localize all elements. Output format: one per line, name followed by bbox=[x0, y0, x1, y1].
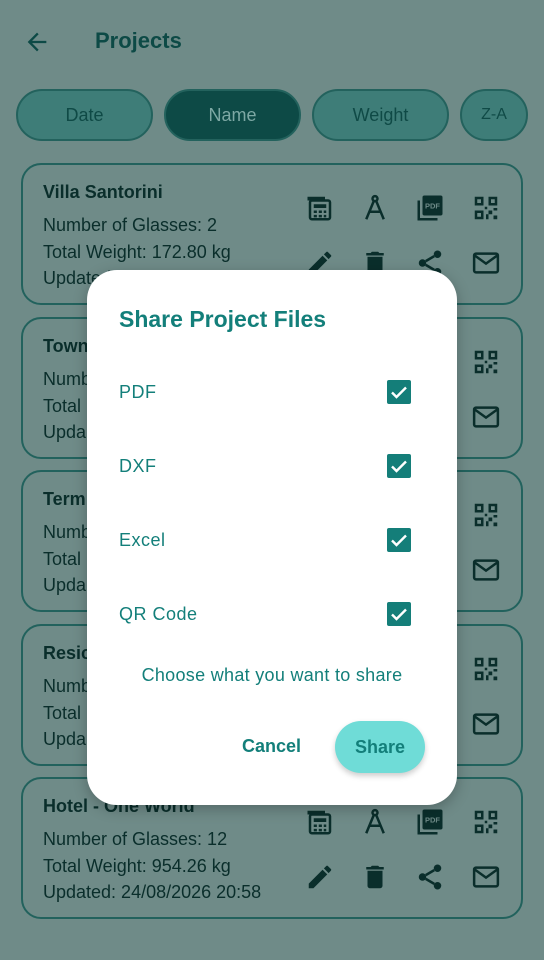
excel-checkbox[interactable] bbox=[387, 528, 411, 552]
project-weight: Total bbox=[43, 396, 82, 416]
dialog-title: Share Project Files bbox=[119, 306, 327, 332]
arrow-left-icon[interactable] bbox=[22, 28, 52, 56]
pdf-checkbox[interactable] bbox=[387, 380, 411, 404]
qr-code-icon[interactable] bbox=[471, 654, 501, 684]
calculator-icon[interactable] bbox=[305, 193, 335, 223]
project-updated: Updated: 24/08/2026 20:58 bbox=[43, 882, 262, 902]
share-button[interactable]: Share bbox=[335, 721, 425, 773]
project-glasses: Number of Glasses: 2 bbox=[43, 215, 218, 235]
project-updated: Upda bbox=[43, 575, 87, 595]
compass-icon[interactable] bbox=[360, 807, 390, 837]
delete-icon[interactable] bbox=[360, 862, 390, 892]
share-dialog: Share Project Files PDF DXF Excel QR Cod… bbox=[87, 270, 457, 805]
option-label: PDF bbox=[119, 382, 157, 402]
project-glasses: Numb bbox=[43, 369, 92, 389]
dxf-checkbox[interactable] bbox=[387, 454, 411, 478]
option-dxf[interactable]: DXF bbox=[87, 438, 457, 498]
calculator-icon[interactable] bbox=[305, 807, 335, 837]
qr-code-icon[interactable] bbox=[471, 193, 501, 223]
qr-code-checkbox[interactable] bbox=[387, 602, 411, 626]
project-weight: Total Weight: 954.26 kg bbox=[43, 856, 231, 876]
option-label: DXF bbox=[119, 456, 157, 476]
option-label: QR Code bbox=[119, 604, 198, 624]
svg-text:PDF: PDF bbox=[425, 202, 440, 211]
pdf-icon[interactable]: PDF bbox=[415, 807, 445, 837]
project-updated: Upda bbox=[43, 729, 87, 749]
sort-weight-chip[interactable]: Weight bbox=[312, 89, 449, 141]
project-weight: Total bbox=[43, 703, 82, 723]
cancel-button[interactable]: Cancel bbox=[242, 736, 301, 757]
app-bar: Projects bbox=[0, 0, 544, 84]
sort-date-chip[interactable]: Date bbox=[16, 89, 153, 141]
project-name: Resic bbox=[43, 643, 92, 663]
option-qr-code[interactable]: QR Code bbox=[87, 586, 457, 646]
project-weight: Total bbox=[43, 549, 82, 569]
project-glasses: Numb bbox=[43, 676, 92, 696]
option-pdf[interactable]: PDF bbox=[87, 364, 457, 424]
project-weight: Total Weight: 172.80 kg bbox=[43, 242, 231, 262]
edit-icon[interactable] bbox=[305, 862, 335, 892]
page-title: Projects bbox=[95, 28, 182, 53]
email-icon[interactable] bbox=[471, 402, 501, 432]
email-icon[interactable] bbox=[471, 555, 501, 585]
project-glasses: Number of Glasses: 12 bbox=[43, 829, 228, 849]
project-updated: Upda bbox=[43, 422, 87, 442]
qr-code-icon[interactable] bbox=[471, 500, 501, 530]
pdf-icon[interactable]: PDF bbox=[415, 193, 445, 223]
email-icon[interactable] bbox=[471, 862, 501, 892]
option-label: Excel bbox=[119, 530, 166, 550]
project-glasses: Numb bbox=[43, 522, 92, 542]
sort-chips: Date Name Weight Z-A bbox=[0, 89, 544, 143]
qr-code-icon[interactable] bbox=[471, 347, 501, 377]
project-name: Town bbox=[43, 336, 89, 356]
email-icon[interactable] bbox=[471, 248, 501, 278]
project-name: Villa Santorini bbox=[43, 182, 163, 202]
sort-z-a-chip[interactable]: Z-A bbox=[460, 89, 528, 141]
share-icon[interactable] bbox=[415, 862, 445, 892]
email-icon[interactable] bbox=[471, 709, 501, 739]
qr-code-icon[interactable] bbox=[471, 807, 501, 837]
dialog-hint: Choose what you want to share bbox=[141, 665, 403, 685]
compass-icon[interactable] bbox=[360, 193, 390, 223]
option-excel[interactable]: Excel bbox=[87, 512, 457, 572]
svg-text:PDF: PDF bbox=[425, 816, 440, 825]
project-name: Term bbox=[43, 489, 86, 509]
sort-name-chip[interactable]: Name bbox=[164, 89, 301, 141]
